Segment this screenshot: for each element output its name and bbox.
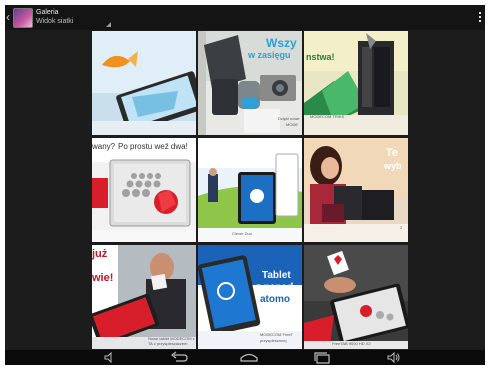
tile-3-headline: nstwa! [306,52,335,62]
navigation-bar [5,350,485,365]
photo-card-tablet [304,245,408,349]
tile-2-subheadline: w zasięgu [248,50,291,60]
chevron-left-icon[interactable]: ‹ [6,11,10,23]
tile-8-caption-2: przyspieszonej [260,338,287,343]
tile-8-line-3: atomo [260,294,290,305]
tile-2-caption-2: MODE [286,122,298,127]
back-arrow-icon[interactable] [170,351,188,364]
photo-grid: Wszy w zasięgu Dzięki nowe MODE nstwa! M… [92,31,409,350]
view-mode-spinner[interactable]: Widok siatki [36,18,73,26]
grid-photo-2[interactable]: Wszy w zasięgu Dzięki nowe MODE [198,31,302,135]
home-icon[interactable] [239,351,259,364]
tile-6-headline: Te [386,147,399,159]
grid-photo-6[interactable]: Te wyb 2 [304,138,408,242]
grid-photo-9[interactable]: FreeTAB 9000 HD X2 [304,245,408,349]
action-bar: ‹ Galeria Widok siatki [5,5,485,30]
volume-down-icon[interactable] [103,351,115,364]
grid-photo-5[interactable]: Clever Duo [198,138,302,242]
tile-9-caption: FreeTAB 9000 HD X2 [332,341,371,346]
tile-8-caption: MODECOM FreeT [260,332,294,337]
tile-5-caption: Clever Duo [232,231,253,236]
grid-photo-1[interactable] [92,31,196,135]
grid-photo-4[interactable]: wany? Po prostu weź dwa! [92,138,196,242]
tile-8-subheadline: z napęd [256,282,294,293]
recent-apps-icon[interactable] [313,351,331,364]
tile-8-headline: Tablet [262,270,291,281]
volume-up-icon[interactable] [387,351,401,364]
screen: ‹ Galeria Widok siatki Wszy w zasięgu Dz… [5,5,485,365]
tile-7-subheadline: wie! [92,272,114,284]
tile-4-headline: wany? [92,142,116,151]
tile-2-caption: Dzięki nowe [278,116,300,121]
grid-photo-3[interactable]: nstwa! MODECOM TRIKS [304,31,408,135]
app-title: Galeria [36,9,59,16]
tile-2-headline: Wszy [266,36,297,50]
tile-6-subheadline: wyb [384,161,402,171]
photo-tablet-fish [92,31,196,135]
spinner-triangle-icon [106,22,111,27]
tile-6-footer: 2 [400,225,403,230]
overflow-menu-icon[interactable] [479,12,482,24]
tile-4-subheadline: Po prostu weź dwa! [118,142,188,151]
grid-photo-8[interactable]: Tablet z napęd atomo MODECOM FreeT przys… [198,245,302,349]
photo-pc-case [304,31,408,135]
tile-7-headline: już [92,248,108,260]
grid-photo-7[interactable]: już wie! Nowe tablet MODECOM z TA z przy… [92,245,196,349]
tile-3-caption: MODECOM TRIKS [310,114,345,119]
tile-7-caption-2: TA z przyspieszaczem [148,341,188,346]
photo-chess-tablet [92,138,196,242]
photo-man-tablet [92,245,196,349]
gallery-app-icon[interactable] [13,8,33,28]
photo-intel-tablets [198,138,302,242]
